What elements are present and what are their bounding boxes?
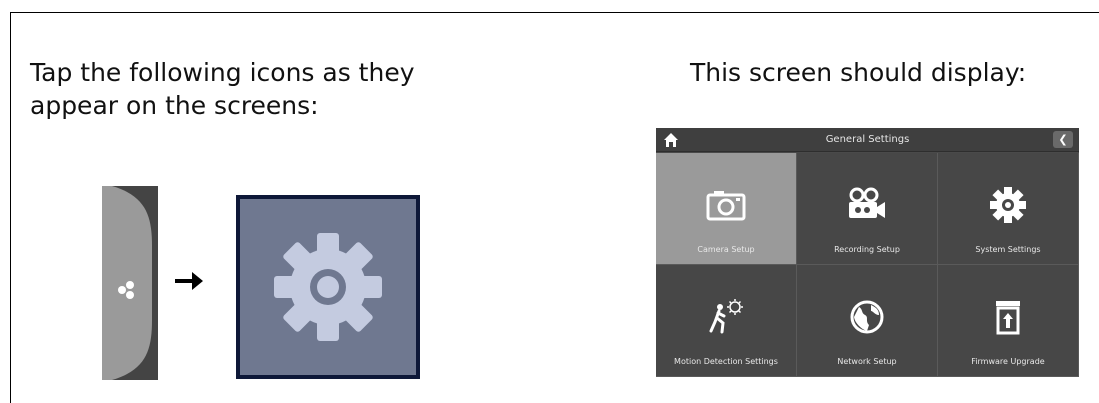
- motion-detection-settings-label: Motion Detection Settings: [674, 357, 778, 366]
- gear-icon: [274, 233, 382, 341]
- instruction-left-line2: appear on the screens:: [30, 91, 319, 120]
- recording-setup-label: Recording Setup: [834, 245, 900, 254]
- general-settings-screen: General Settings ❮ Camera Setup Recordin…: [656, 128, 1079, 377]
- motion-detection-icon: [709, 298, 743, 333]
- side-menu-tab[interactable]: [102, 186, 158, 380]
- firmware-upgrade-icon: [996, 300, 1020, 334]
- settings-grid: Camera Setup Recording Setup System Sett…: [656, 153, 1079, 377]
- firmware-upgrade-label: Firmware Upgrade: [971, 357, 1045, 366]
- screen-header: General Settings ❮: [656, 128, 1079, 152]
- network-setup-label: Network Setup: [837, 357, 897, 366]
- instruction-left-line1: Tap the following icons as they: [30, 58, 415, 87]
- instruction-left: Tap the following icons as they appear o…: [30, 56, 450, 122]
- camera-setup-label: Camera Setup: [697, 245, 755, 254]
- frame-border-left: [10, 12, 11, 403]
- video-camera-icon: [849, 187, 885, 218]
- globe-icon: [850, 300, 884, 333]
- camera-setup-tile[interactable]: Camera Setup: [656, 153, 797, 265]
- screen-title: General Settings: [825, 134, 910, 145]
- right-arrow-icon: [175, 272, 203, 290]
- motion-detection-settings-tile[interactable]: Motion Detection Settings: [656, 265, 797, 377]
- instruction-right: This screen should display:: [690, 58, 1027, 87]
- gear-icon: [990, 186, 1026, 223]
- settings-tile[interactable]: [236, 195, 420, 379]
- back-button[interactable]: ❮: [1053, 131, 1073, 148]
- system-settings-label: System Settings: [975, 245, 1041, 254]
- system-settings-tile[interactable]: System Settings: [938, 153, 1079, 265]
- recording-setup-tile[interactable]: Recording Setup: [797, 153, 938, 265]
- network-setup-tile[interactable]: Network Setup: [797, 265, 938, 377]
- camera-icon: [706, 190, 746, 220]
- firmware-upgrade-tile[interactable]: Firmware Upgrade: [938, 265, 1079, 377]
- frame-border-top: [10, 12, 1099, 13]
